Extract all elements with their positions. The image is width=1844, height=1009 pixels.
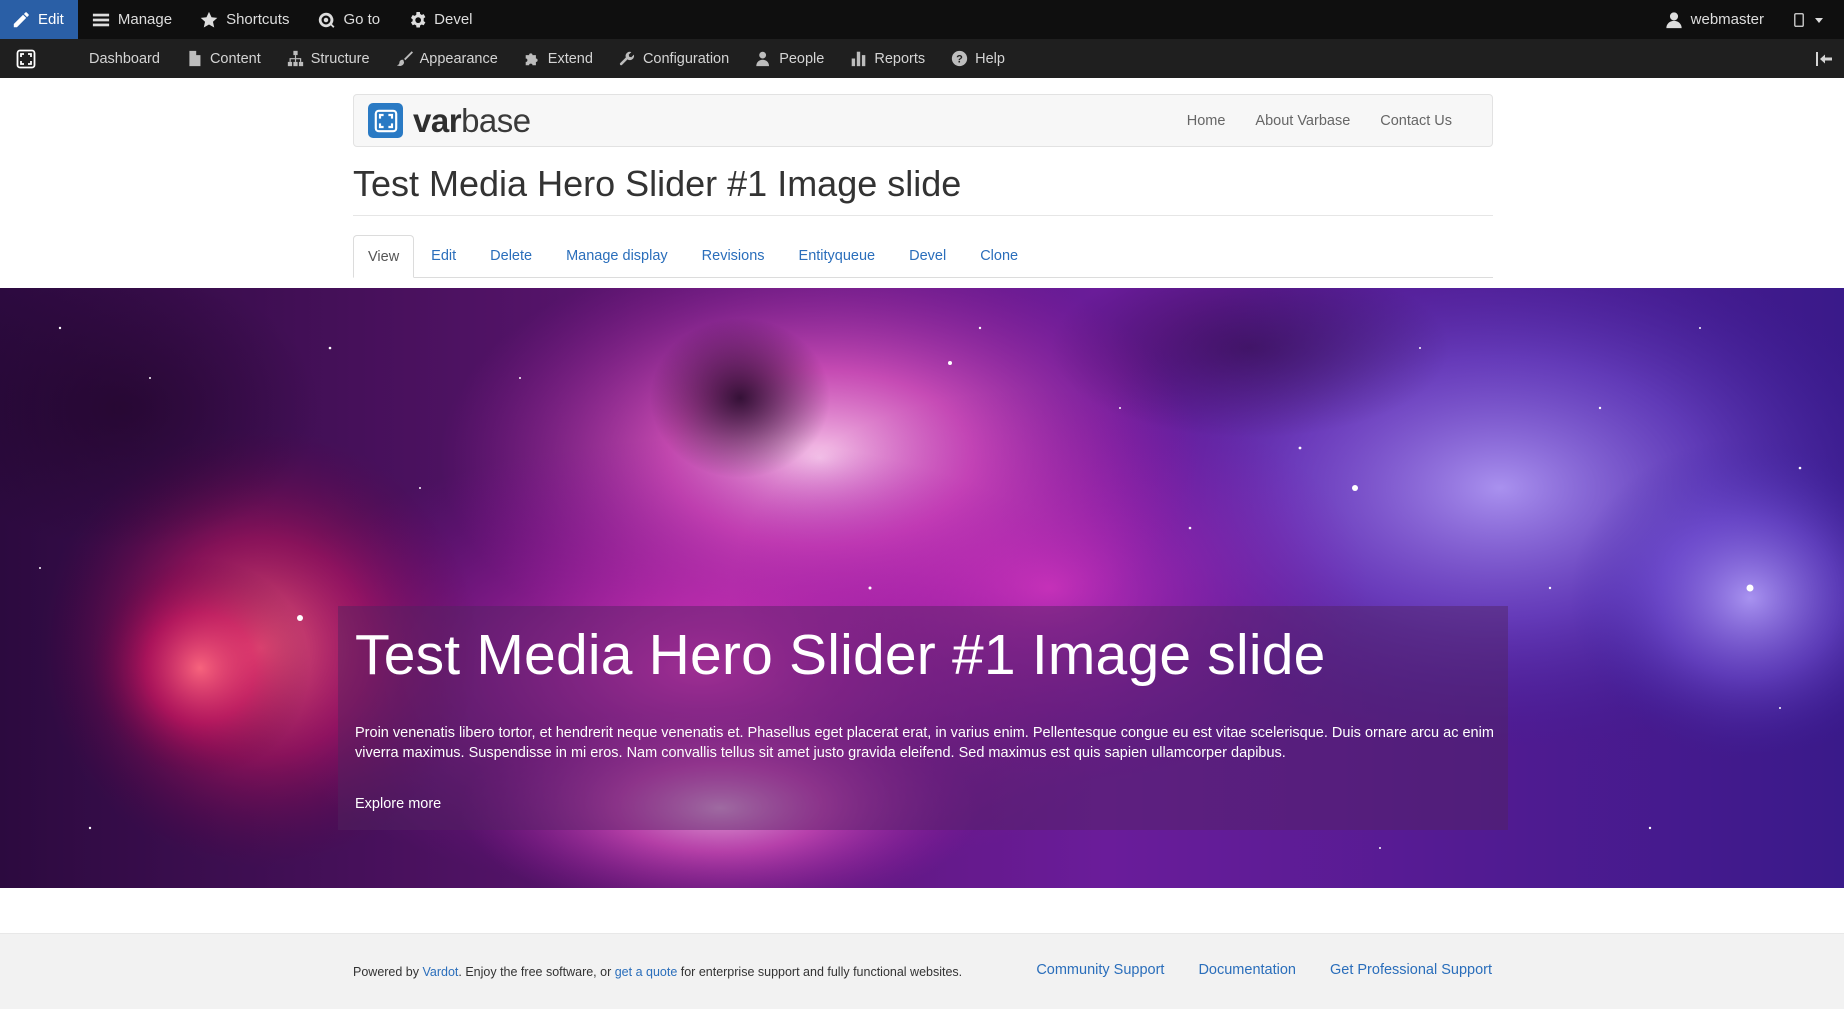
bar-chart-icon xyxy=(852,51,866,67)
page-title: Test Media Hero Slider #1 Image slide xyxy=(353,163,962,204)
pencil-icon xyxy=(13,11,29,27)
admin-menu: Dashboard Content Structure Appearance E… xyxy=(76,39,1018,78)
toolbar-edit-label: Edit xyxy=(38,11,64,28)
paintbrush-icon xyxy=(396,51,413,66)
divider xyxy=(353,215,1493,216)
footer-powered-by: Powered by Vardot. Enjoy the free softwa… xyxy=(353,965,962,979)
toolbar-shortcuts-label: Shortcuts xyxy=(226,11,290,28)
hero-body-text: Proin venenatis libero tortor, et hendre… xyxy=(355,724,1494,761)
logo-wordmark-rest: base xyxy=(461,101,531,139)
admin-menu-dashboard[interactable]: Dashboard xyxy=(76,39,173,78)
admin-menu-label: Dashboard xyxy=(89,50,160,67)
admin-menu-extend[interactable]: Extend xyxy=(511,39,606,78)
help-icon: ? xyxy=(951,50,968,67)
tab-delete[interactable]: Delete xyxy=(473,235,549,277)
tab-clone[interactable]: Clone xyxy=(963,235,1035,277)
admin-menu-label: Content xyxy=(209,50,261,67)
puzzle-icon xyxy=(525,53,538,66)
local-tasks-tabs: View Edit Delete Manage display Revision… xyxy=(353,235,1493,278)
tab-edit[interactable]: Edit xyxy=(414,235,473,277)
hero-heading: Test Media Hero Slider #1 Image slide xyxy=(355,623,1326,687)
admin-menu-help[interactable]: ? Help xyxy=(938,39,1018,78)
admin-menu-content[interactable]: Content xyxy=(173,39,274,78)
hero-slider: Test Media Hero Slider #1 Image slide Pr… xyxy=(0,288,1844,888)
footer-middle-text: . Enjoy the free software, or xyxy=(458,965,615,979)
logo-wordmark-bold: var xyxy=(413,101,462,139)
hamburger-icon xyxy=(92,13,109,26)
tablet-icon xyxy=(1794,12,1804,27)
footer-links: Community Support Documentation Get Prof… xyxy=(1036,962,1492,978)
goto-icon xyxy=(319,12,335,28)
vardot-link[interactable]: Vardot xyxy=(422,965,458,979)
main-navigation: Home About Varbase Contact Us xyxy=(1187,113,1478,129)
logo-wordmark: varbase xyxy=(413,102,531,140)
hero-caption: Test Media Hero Slider #1 Image slide Pr… xyxy=(338,606,1508,830)
toolbar-goto-button[interactable]: Go to xyxy=(303,0,394,39)
get-a-quote-link[interactable]: get a quote xyxy=(615,965,678,979)
admin-menu-label: Reports xyxy=(874,50,926,67)
toolbar-goto-label: Go to xyxy=(343,11,381,28)
footer-powered-prefix: Powered by xyxy=(353,965,423,979)
explore-more-link[interactable]: Explore more xyxy=(355,796,441,812)
admin-menu-reports[interactable]: Reports xyxy=(837,39,938,78)
admin-menu-label: People xyxy=(779,50,825,67)
varbase-logo-icon xyxy=(368,103,403,138)
svg-text:?: ? xyxy=(956,53,963,65)
community-support-link[interactable]: Community Support xyxy=(1036,962,1164,978)
tab-manage-display[interactable]: Manage display xyxy=(549,235,685,277)
home-icon-button[interactable] xyxy=(0,39,52,78)
admin-menu-people[interactable]: People xyxy=(742,39,837,78)
toolbar-shortcuts-button[interactable]: Shortcuts xyxy=(186,0,303,39)
toolbar-device-orientation-button[interactable] xyxy=(1778,0,1844,39)
admin-menu-configuration[interactable]: Configuration xyxy=(606,39,742,78)
collapse-tray-button[interactable] xyxy=(1804,39,1844,78)
user-icon xyxy=(1665,11,1682,28)
collapse-left-icon xyxy=(1816,51,1832,66)
tab-entityqueue[interactable]: Entityqueue xyxy=(782,235,893,277)
tab-devel[interactable]: Devel xyxy=(892,235,963,277)
toolbar-devel-button[interactable]: Devel xyxy=(394,0,486,39)
toolbar-user-button[interactable]: webmaster xyxy=(1651,0,1778,39)
sitemap-icon xyxy=(287,50,303,67)
tab-view[interactable]: View xyxy=(353,235,415,278)
nav-home-link[interactable]: Home xyxy=(1187,113,1226,129)
tab-revisions[interactable]: Revisions xyxy=(685,235,782,277)
toolbar-manage-label: Manage xyxy=(117,11,173,28)
admin-menu-label: Help xyxy=(975,50,1005,67)
document-icon xyxy=(189,50,201,67)
site-footer: Powered by Vardot. Enjoy the free softwa… xyxy=(0,933,1844,1009)
admin-tray: Dashboard Content Structure Appearance E… xyxy=(0,39,1844,78)
star-icon xyxy=(200,11,218,27)
professional-support-link[interactable]: Get Professional Support xyxy=(1330,962,1492,978)
admin-menu-label: Configuration xyxy=(642,50,730,67)
gear-icon xyxy=(411,11,426,27)
nav-contact-link[interactable]: Contact Us xyxy=(1380,113,1452,129)
toolbar-edit-button[interactable]: Edit xyxy=(0,0,78,39)
toolbar-devel-label: Devel xyxy=(434,11,473,28)
site-header: varbase Home About Varbase Contact Us xyxy=(353,94,1493,147)
wrench-icon xyxy=(619,51,634,66)
admin-menu-label: Structure xyxy=(310,50,370,67)
admin-toolbar: Edit Manage Shortcuts Go to Devel webmas… xyxy=(0,0,1844,39)
site-logo[interactable]: varbase xyxy=(368,102,531,140)
toolbar-user-label: webmaster xyxy=(1690,11,1764,28)
admin-menu-structure[interactable]: Structure xyxy=(274,39,383,78)
toolbar-manage-button[interactable]: Manage xyxy=(78,0,186,39)
nav-about-link[interactable]: About Varbase xyxy=(1255,113,1350,129)
admin-menu-label: Appearance xyxy=(419,50,498,67)
varbase-logo-icon xyxy=(16,49,36,68)
footer-suffix-text: for enterprise support and fully functio… xyxy=(677,965,963,979)
caret-down-icon xyxy=(1815,17,1823,23)
admin-menu-label: Extend xyxy=(547,50,593,67)
people-icon xyxy=(756,51,770,67)
admin-menu-appearance[interactable]: Appearance xyxy=(383,39,511,78)
documentation-link[interactable]: Documentation xyxy=(1198,962,1296,978)
